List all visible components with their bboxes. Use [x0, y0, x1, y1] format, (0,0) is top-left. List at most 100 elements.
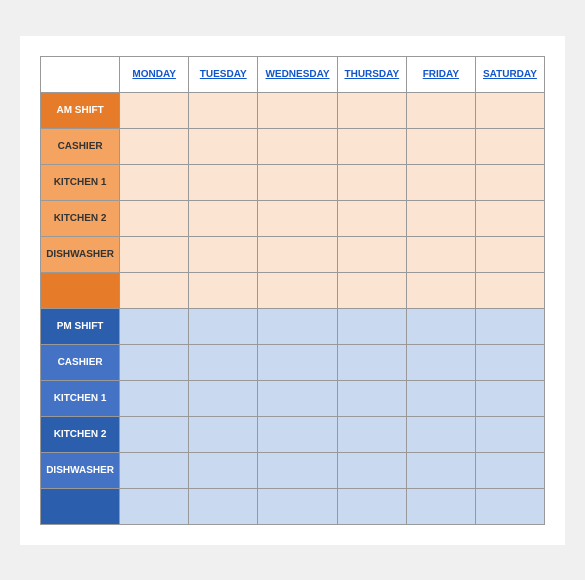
header-empty: [41, 56, 120, 92]
am-shift-tue: [189, 92, 258, 128]
kitchen1-pm-label: KITCHEN 1: [41, 380, 120, 416]
am-shift-sat: [475, 92, 544, 128]
kitchen1-pm-wed: [258, 380, 338, 416]
header-friday: FRIDAY: [406, 56, 475, 92]
am-shift-mon: [120, 92, 189, 128]
am-extra-tue: [189, 272, 258, 308]
kitchen1-pm-fri: [406, 380, 475, 416]
dishwasher-am-fri: [406, 236, 475, 272]
kitchen2-pm-tue: [189, 416, 258, 452]
kitchen1-am-label: KITCHEN 1: [41, 164, 120, 200]
kitchen1-pm-tue: [189, 380, 258, 416]
cashier-am-label: CASHIER: [41, 128, 120, 164]
pm-shift-label: PM SHIFT: [41, 308, 120, 344]
pm-shift-fri: [406, 308, 475, 344]
kitchen2-pm-label: KITCHEN 2: [41, 416, 120, 452]
am-shift-label: AM SHIFT: [41, 92, 120, 128]
header-tuesday: TUESDAY: [189, 56, 258, 92]
table-row: DISHWASHER: [41, 236, 545, 272]
pm-extra-wed: [258, 488, 338, 524]
am-extra-wed: [258, 272, 338, 308]
cashier-pm-tue: [189, 344, 258, 380]
table-row: [41, 272, 545, 308]
cashier-am-thu: [337, 128, 406, 164]
header-thursday: THURSDAY: [337, 56, 406, 92]
kitchen2-pm-fri: [406, 416, 475, 452]
cashier-am-wed: [258, 128, 338, 164]
cashier-am-sat: [475, 128, 544, 164]
am-shift-wed: [258, 92, 338, 128]
kitchen2-pm-sat: [475, 416, 544, 452]
table-row: KITCHEN 2: [41, 416, 545, 452]
table-row: DISHWASHER: [41, 452, 545, 488]
cashier-pm-mon: [120, 344, 189, 380]
kitchen1-pm-sat: [475, 380, 544, 416]
kitchen2-am-thu: [337, 200, 406, 236]
dishwasher-pm-label: DISHWASHER: [41, 452, 120, 488]
table-row: KITCHEN 2: [41, 200, 545, 236]
table-row: AM SHIFT: [41, 92, 545, 128]
dishwasher-am-wed: [258, 236, 338, 272]
cashier-am-mon: [120, 128, 189, 164]
table-row: KITCHEN 1: [41, 164, 545, 200]
dishwasher-pm-wed: [258, 452, 338, 488]
dishwasher-pm-fri: [406, 452, 475, 488]
pm-extra-fri: [406, 488, 475, 524]
kitchen1-pm-thu: [337, 380, 406, 416]
am-extra-thu: [337, 272, 406, 308]
kitchen1-am-wed: [258, 164, 338, 200]
pm-extra-thu: [337, 488, 406, 524]
dishwasher-pm-mon: [120, 452, 189, 488]
kitchen1-am-sat: [475, 164, 544, 200]
schedule-table: MONDAY TUESDAY WEDNESDAY THURSDAY FRIDAY…: [40, 56, 545, 525]
header-wednesday: WEDNESDAY: [258, 56, 338, 92]
header-monday: MONDAY: [120, 56, 189, 92]
schedule-page: MONDAY TUESDAY WEDNESDAY THURSDAY FRIDAY…: [20, 36, 565, 545]
kitchen2-pm-thu: [337, 416, 406, 452]
table-row: CASHIER: [41, 128, 545, 164]
kitchen2-am-wed: [258, 200, 338, 236]
kitchen1-pm-mon: [120, 380, 189, 416]
pm-extra-tue: [189, 488, 258, 524]
table-row: CASHIER: [41, 344, 545, 380]
am-extra-mon: [120, 272, 189, 308]
kitchen2-am-label: KITCHEN 2: [41, 200, 120, 236]
cashier-pm-label: CASHIER: [41, 344, 120, 380]
pm-shift-mon: [120, 308, 189, 344]
dishwasher-pm-tue: [189, 452, 258, 488]
kitchen2-am-fri: [406, 200, 475, 236]
cashier-pm-wed: [258, 344, 338, 380]
am-extra-label: [41, 272, 120, 308]
kitchen1-am-fri: [406, 164, 475, 200]
pm-shift-wed: [258, 308, 338, 344]
kitchen1-am-tue: [189, 164, 258, 200]
pm-shift-tue: [189, 308, 258, 344]
dishwasher-am-sat: [475, 236, 544, 272]
table-row: PM SHIFT: [41, 308, 545, 344]
pm-shift-sat: [475, 308, 544, 344]
dishwasher-am-label: DISHWASHER: [41, 236, 120, 272]
pm-extra-sat: [475, 488, 544, 524]
cashier-pm-thu: [337, 344, 406, 380]
cashier-pm-sat: [475, 344, 544, 380]
kitchen2-am-sat: [475, 200, 544, 236]
kitchen2-pm-wed: [258, 416, 338, 452]
am-extra-fri: [406, 272, 475, 308]
dishwasher-am-mon: [120, 236, 189, 272]
kitchen1-am-thu: [337, 164, 406, 200]
kitchen2-am-mon: [120, 200, 189, 236]
kitchen2-pm-mon: [120, 416, 189, 452]
am-extra-sat: [475, 272, 544, 308]
pm-extra-mon: [120, 488, 189, 524]
pm-shift-thu: [337, 308, 406, 344]
header-saturday: SATURDAY: [475, 56, 544, 92]
pm-extra-label: [41, 488, 120, 524]
table-row: [41, 488, 545, 524]
dishwasher-am-tue: [189, 236, 258, 272]
dishwasher-pm-thu: [337, 452, 406, 488]
table-row: KITCHEN 1: [41, 380, 545, 416]
kitchen1-am-mon: [120, 164, 189, 200]
am-shift-thu: [337, 92, 406, 128]
cashier-pm-fri: [406, 344, 475, 380]
dishwasher-pm-sat: [475, 452, 544, 488]
